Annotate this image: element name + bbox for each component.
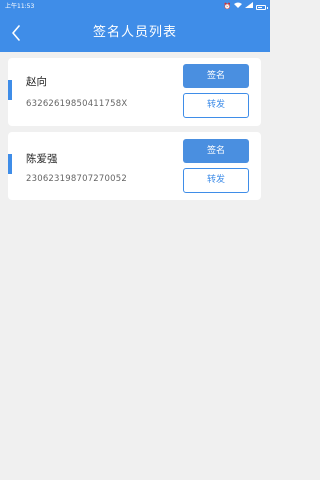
status-time: 上午11:53 — [5, 3, 35, 10]
card-accent — [8, 154, 12, 174]
forward-button[interactable]: 转发 — [183, 168, 249, 193]
forward-button[interactable]: 转发 — [183, 93, 249, 118]
person-name: 陈爱强 — [26, 153, 58, 165]
status-bar: 上午11:53 ⏰ — [0, 0, 270, 14]
page-title: 签名人员列表 — [92, 25, 177, 40]
status-icons: ⏰ — [223, 0, 268, 14]
person-card: 陈爱强 230623198707270052 签名 转发 — [8, 132, 261, 200]
sign-button[interactable]: 签名 — [183, 139, 249, 163]
page: 上午11:53 ⏰ 签名人员列表 赵向 63262619850411758X 签… — [0, 0, 270, 480]
wifi-icon — [234, 0, 242, 14]
alarm-icon: ⏰ — [223, 3, 231, 10]
signal-icon — [245, 0, 253, 14]
person-id-number: 230623198707270052 — [26, 174, 127, 184]
person-card: 赵向 63262619850411758X 签名 转发 — [8, 58, 261, 126]
battery-level — [258, 6, 263, 8]
nav-bar: 签名人员列表 — [0, 14, 270, 52]
person-name: 赵向 — [26, 76, 47, 88]
battery-icon — [256, 4, 268, 10]
card-accent — [8, 80, 12, 100]
sign-button[interactable]: 签名 — [183, 64, 249, 88]
person-id-number: 63262619850411758X — [26, 99, 128, 109]
